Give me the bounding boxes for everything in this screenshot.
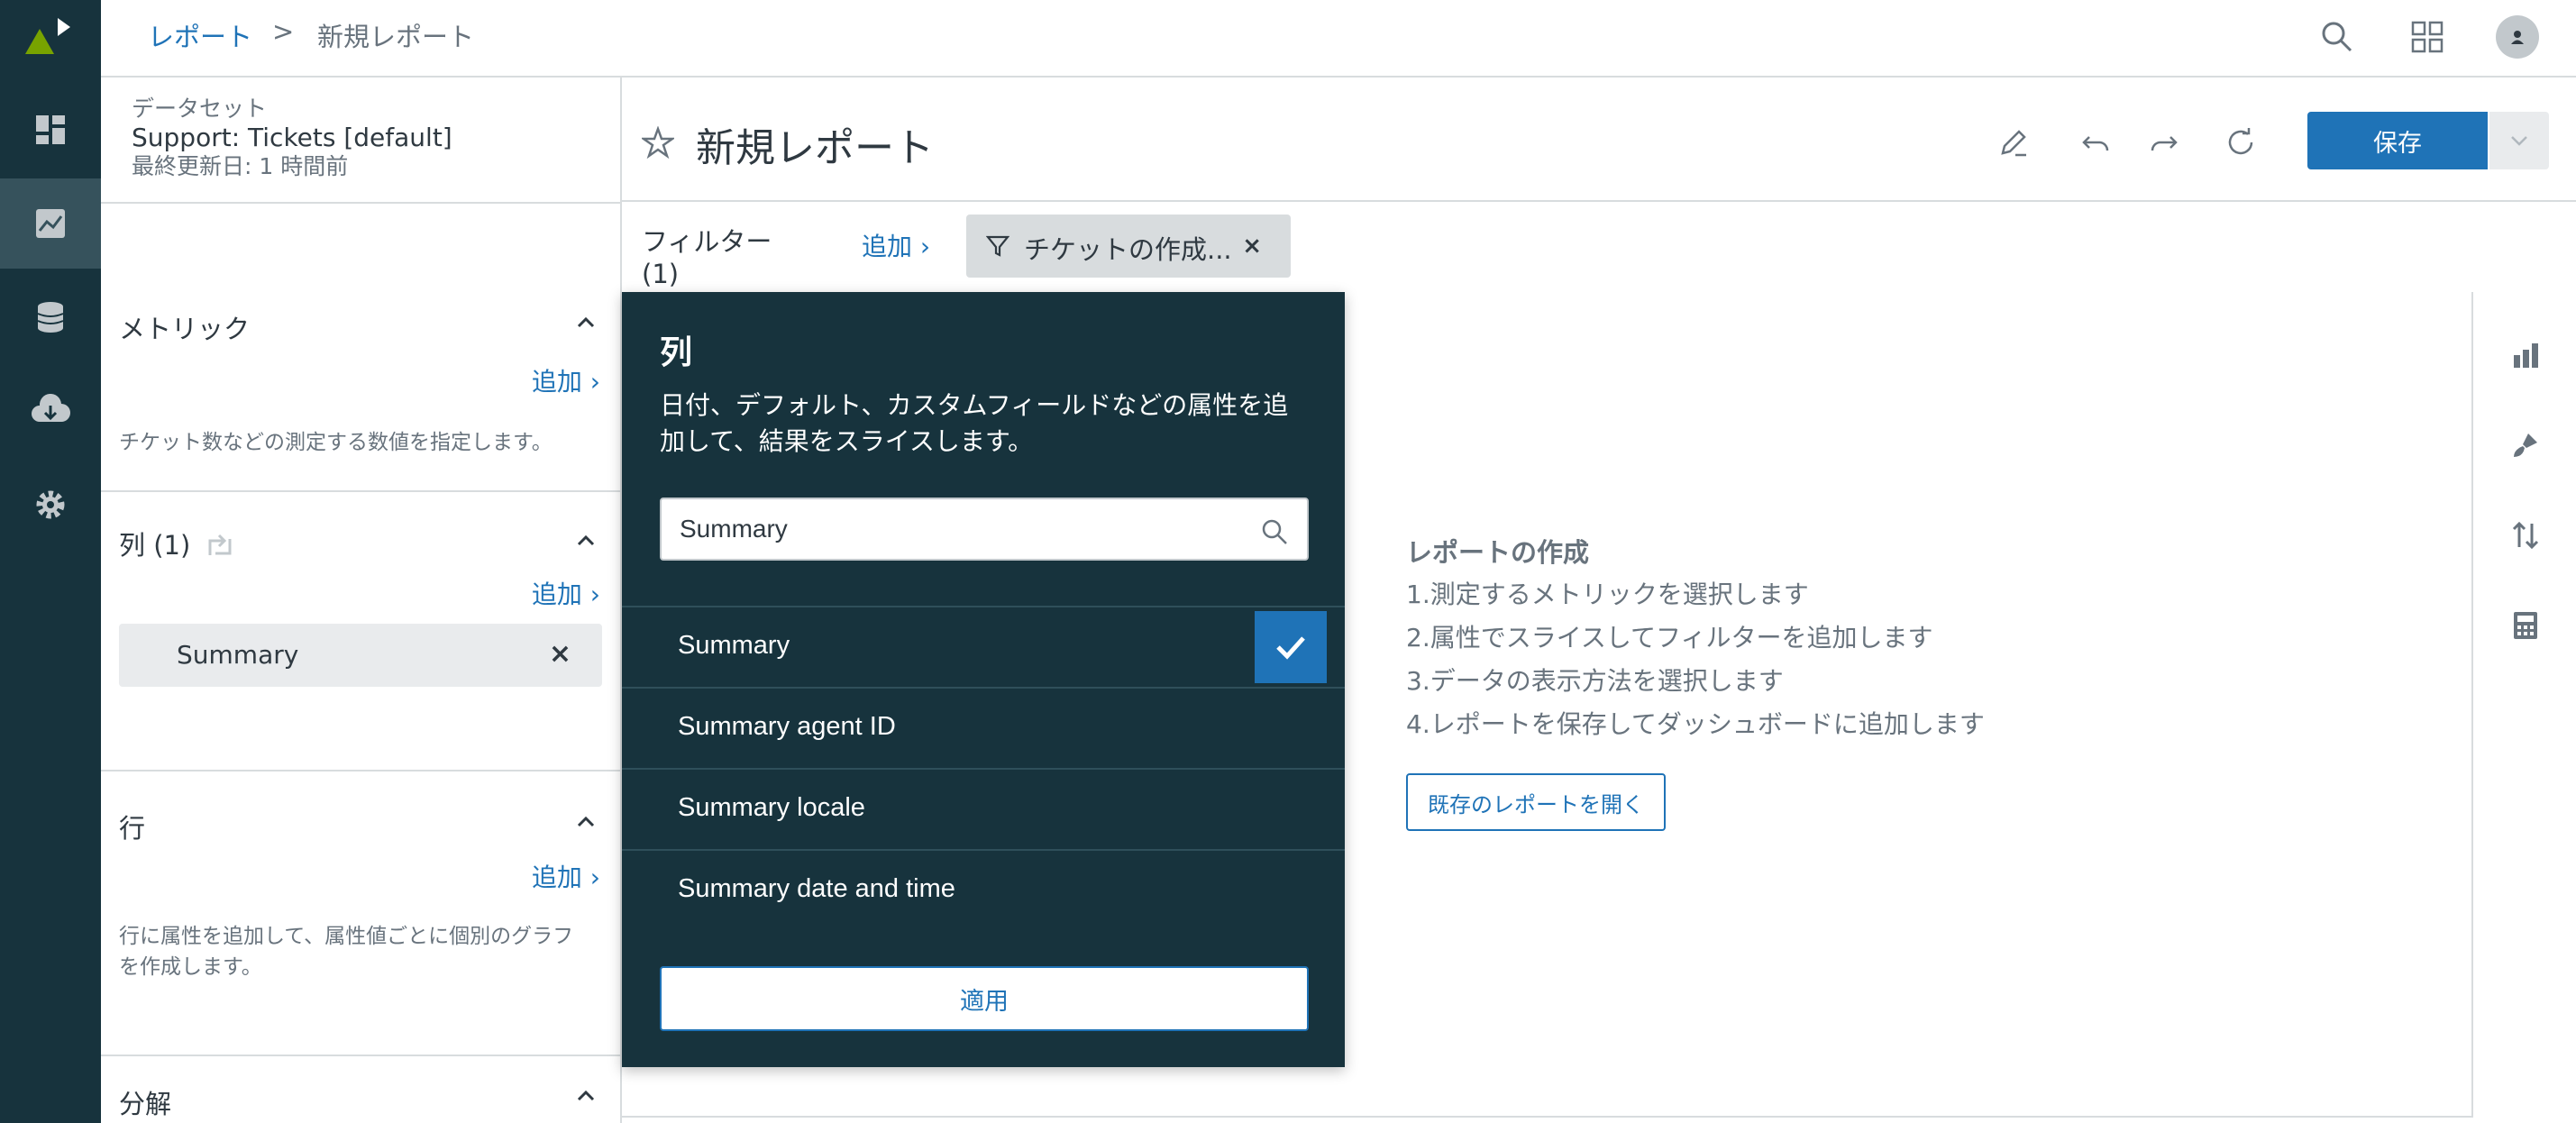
- user-avatar[interactable]: [2493, 13, 2542, 61]
- columns-add-link[interactable]: 追加 ›: [532, 575, 600, 611]
- column-pill-label: Summary: [177, 640, 299, 670]
- explode-title: 分解: [119, 1089, 172, 1119]
- gear-icon[interactable]: [0, 460, 101, 550]
- report-config-panel: データセット Support: Tickets [default] 最終更新日:…: [101, 78, 622, 1123]
- column-pill-summary[interactable]: Summary ×: [119, 624, 602, 687]
- attribute-option-label: Summary locale: [678, 793, 865, 822]
- guide-step: 1.測定するメトリックを選択します: [1406, 580, 1809, 609]
- filter-add-link[interactable]: 追加 ›: [862, 227, 930, 263]
- column-picker-popover: 列 日付、デフォルト、カスタムフィールドなどの属性を追加して、結果をスライスしま…: [622, 292, 1345, 1067]
- download-cloud-icon[interactable]: [0, 366, 101, 456]
- left-nav: [0, 0, 101, 1123]
- app-logo-icon[interactable]: [22, 13, 79, 63]
- paintbrush-icon[interactable]: [2475, 418, 2576, 472]
- attribute-option-label: Summary agent ID: [678, 712, 896, 741]
- attribute-option-label: Summary date and time: [678, 874, 955, 903]
- attribute-option-label: Summary: [678, 631, 790, 660]
- columns-title-text: 列 (1): [119, 530, 191, 561]
- report-header: 新規レポート 保存: [622, 78, 2576, 202]
- dataset-name: Support: Tickets [default]: [132, 123, 452, 152]
- swap-icon[interactable]: [205, 534, 235, 561]
- attribute-search-field[interactable]: [660, 498, 1309, 561]
- filter-chip-label: チケットの作成...: [1024, 234, 1232, 265]
- metrics-section: メトリック 追加 › チケット数などの測定する数値を指定します。: [101, 202, 622, 492]
- rows-section: 行 追加 › 行に属性を追加して、属性値ごとに個別のグラフを作成します。: [101, 770, 622, 1045]
- metrics-description: チケット数などの測定する数値を指定します。: [119, 431, 553, 454]
- apps-grid-icon[interactable]: [2403, 13, 2452, 61]
- popover-title: 列: [660, 334, 693, 371]
- open-existing-report-button[interactable]: 既存のレポートを開く: [1406, 773, 1666, 831]
- filter-chip[interactable]: チケットの作成... ×: [966, 215, 1291, 278]
- checkmark-icon[interactable]: [1255, 611, 1327, 683]
- dataset-caption: データセット: [132, 96, 268, 122]
- remove-filter-icon[interactable]: ×: [1242, 233, 1262, 260]
- collapse-chevron-icon[interactable]: [575, 1089, 597, 1103]
- search-icon: [1262, 519, 1287, 544]
- edit-icon[interactable]: [1992, 121, 2035, 164]
- getting-started-guide: レポートの作成 1.測定するメトリックを選択します 2.属性でスライスしてフィル…: [1406, 532, 1985, 746]
- collapse-chevron-icon[interactable]: [575, 534, 597, 548]
- metrics-add-link[interactable]: 追加 ›: [532, 362, 600, 398]
- filter-label: フィルター (1): [642, 226, 772, 289]
- star-icon[interactable]: [642, 126, 674, 159]
- remove-column-icon[interactable]: ×: [549, 638, 571, 670]
- guide-title: レポートの作成: [1406, 537, 1590, 568]
- dashboard-icon[interactable]: [0, 85, 101, 175]
- report-title[interactable]: 新規レポート: [696, 115, 934, 173]
- database-icon[interactable]: [0, 272, 101, 362]
- apply-button[interactable]: 適用: [660, 966, 1309, 1031]
- search-icon[interactable]: [2313, 13, 2361, 61]
- guide-step: 4.レポートを保存してダッシュボードに追加します: [1406, 709, 1985, 739]
- attribute-option[interactable]: Summary date and time: [622, 849, 1345, 930]
- breadcrumb-reports-link[interactable]: レポート: [148, 16, 252, 54]
- refresh-icon[interactable]: [2219, 121, 2262, 164]
- attribute-option[interactable]: Summary agent ID: [622, 687, 1345, 768]
- top-bar: レポート > 新規レポート: [101, 0, 2576, 78]
- columns-title: 列 (1): [119, 525, 235, 562]
- collapse-chevron-icon[interactable]: [575, 315, 597, 330]
- breadcrumb-current: 新規レポート: [317, 22, 475, 52]
- rows-add-link[interactable]: 追加 ›: [532, 858, 600, 894]
- explode-section: 分解: [101, 1055, 622, 1123]
- undo-icon[interactable]: [2075, 121, 2118, 164]
- rows-description: 行に属性を追加して、属性値ごとに個別のグラフを作成します。: [119, 925, 574, 979]
- dataset-updated: 最終更新日: 1 時間前: [132, 153, 349, 179]
- attribute-search-input[interactable]: [680, 510, 1220, 548]
- save-options-chevron-icon[interactable]: [2489, 112, 2549, 169]
- collapse-chevron-icon[interactable]: [575, 815, 597, 829]
- filter-funnel-icon: [986, 235, 1009, 257]
- calculator-icon[interactable]: [2475, 598, 2576, 653]
- user-icon: [2496, 15, 2539, 59]
- metrics-title: メトリック: [119, 314, 251, 344]
- save-button[interactable]: 保存: [2307, 112, 2488, 169]
- columns-section: 列 (1) 追加 › Summary ×: [101, 490, 622, 771]
- bar-chart-icon[interactable]: [2475, 328, 2576, 382]
- redo-icon[interactable]: [2142, 121, 2185, 164]
- guide-step: 2.属性でスライスしてフィルターを追加します: [1406, 623, 1933, 653]
- app-root: レポート > 新規レポート データセット Support: Tickets [d…: [0, 0, 2576, 1123]
- rows-title: 行: [119, 813, 146, 844]
- sort-icon[interactable]: [2475, 508, 2576, 562]
- dataset-info[interactable]: データセット Support: Tickets [default] 最終更新日:…: [132, 96, 452, 180]
- guide-step: 3.データの表示方法を選択します: [1406, 666, 1784, 696]
- breadcrumb-separator: >: [272, 16, 295, 47]
- reports-chart-icon[interactable]: [0, 178, 101, 269]
- popover-description: 日付、デフォルト、カスタムフィールドなどの属性を追加して、結果をスライスします。: [660, 390, 1289, 456]
- attribute-option[interactable]: Summary locale: [622, 768, 1345, 849]
- attribute-option[interactable]: Summary: [622, 606, 1345, 687]
- visualization-toolbar: [2475, 292, 2576, 1123]
